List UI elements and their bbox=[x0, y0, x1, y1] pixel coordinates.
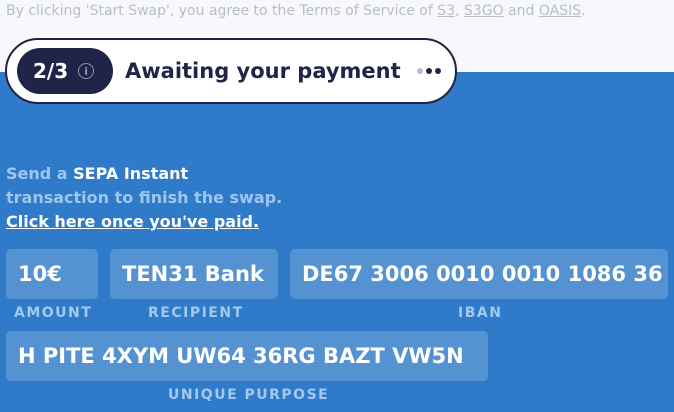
iban-label: IBAN bbox=[458, 305, 503, 321]
paid-confirmation-link[interactable]: Click here once you've paid. bbox=[6, 212, 259, 231]
loading-dot bbox=[425, 68, 432, 74]
terms-notice: By clicking 'Start Swap', you agree to t… bbox=[6, 3, 586, 19]
loading-dots-icon bbox=[416, 68, 444, 74]
purpose-label: UNIQUE PURPOSE bbox=[168, 387, 330, 403]
terms-suffix: . bbox=[581, 3, 586, 19]
instruction-line-1: Send a SEPA Instant bbox=[6, 162, 282, 186]
terms-link-s3go[interactable]: S3GO bbox=[464, 3, 504, 19]
amount-label: AMOUNT bbox=[14, 305, 93, 321]
loading-dot bbox=[434, 68, 441, 74]
terms-link-s3[interactable]: S3 bbox=[437, 3, 455, 19]
terms-link-oasis[interactable]: OASIS bbox=[539, 3, 581, 19]
step-counter: 2/3 bbox=[33, 59, 69, 83]
payment-method: SEPA Instant bbox=[73, 164, 189, 183]
amount-field[interactable]: 10€ bbox=[6, 249, 98, 299]
terms-and: and bbox=[503, 3, 539, 19]
swap-status-pill: 2/3 i Awaiting your payment bbox=[5, 38, 457, 104]
instruction-line-2: transaction to finish the swap. bbox=[6, 188, 283, 207]
recipient-label: RECIPIENT bbox=[148, 305, 244, 321]
iban-field[interactable]: DE67 3006 0010 0010 1086 36 bbox=[290, 249, 668, 299]
status-text: Awaiting your payment bbox=[125, 59, 401, 83]
payment-instructions: Send a SEPA Instant transaction to finis… bbox=[6, 162, 282, 234]
info-icon[interactable]: i bbox=[78, 63, 95, 79]
recipient-field[interactable]: TEN31 Bank bbox=[110, 249, 278, 299]
loading-dot bbox=[416, 68, 423, 74]
step-badge: 2/3 i bbox=[17, 48, 113, 94]
terms-text: By clicking 'Start Swap', you agree to t… bbox=[6, 3, 438, 19]
purpose-field[interactable]: H PITE 4XYM UW64 36RG BAZT VW5N bbox=[6, 331, 488, 381]
terms-separator: , bbox=[455, 3, 464, 19]
instruction-prefix: Send a bbox=[6, 164, 74, 183]
